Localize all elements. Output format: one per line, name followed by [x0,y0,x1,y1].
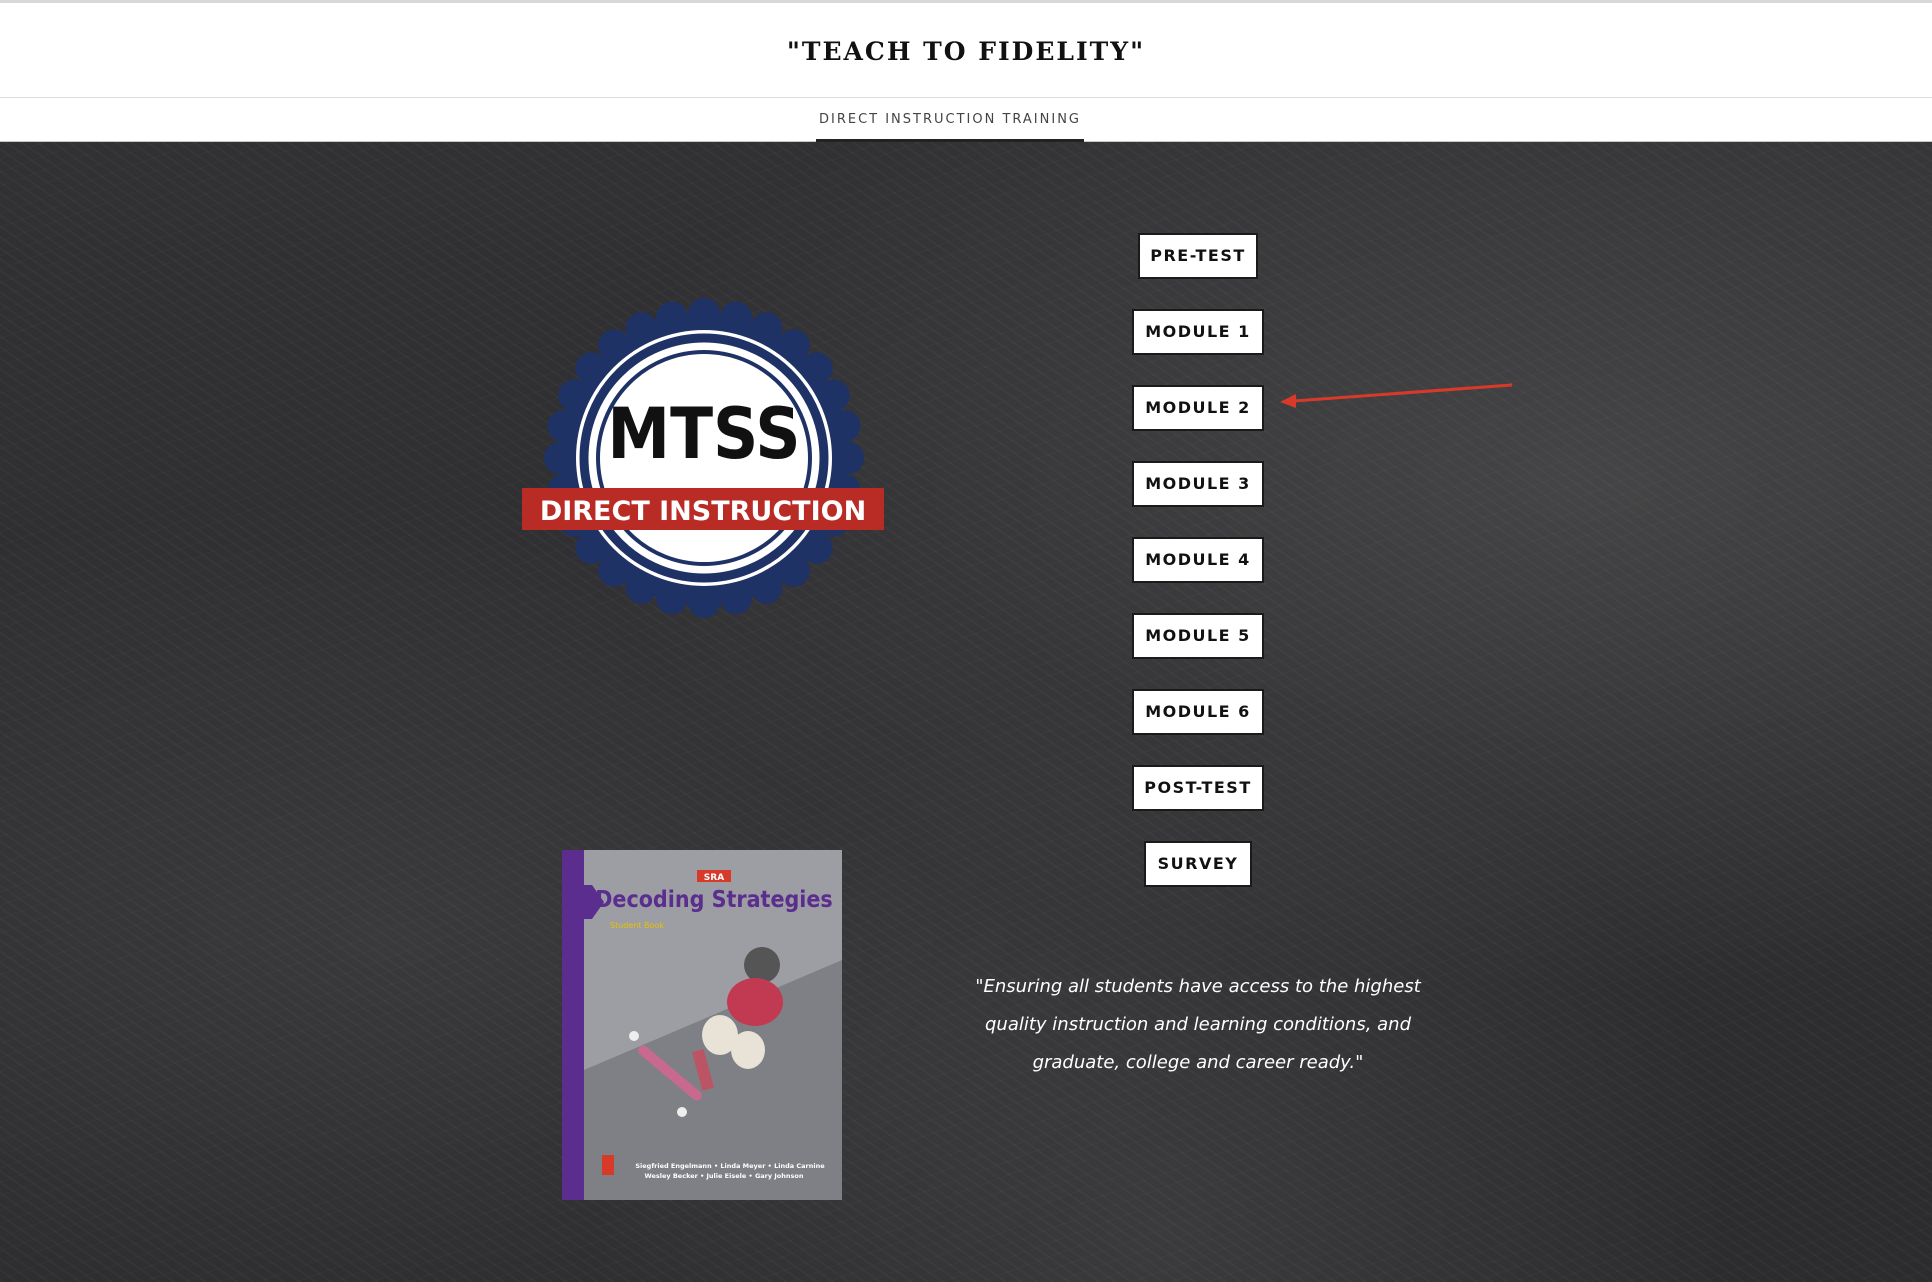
main-content: MTSS DIRECT INSTRUCTION SRA Decoding Str… [0,142,1932,1282]
book-title: Decoding Strategies [595,887,833,913]
module-4-button[interactable]: MODULE 4 [1132,537,1264,583]
survey-button[interactable]: SURVEY [1144,841,1252,887]
book-brand: SRA [704,873,724,883]
book-authors-line2: Wesley Becker • Julie Eisele • Gary John… [645,1172,804,1180]
mtss-badge-logo: MTSS DIRECT INSTRUCTION [522,298,884,618]
badge-title: MTSS [607,393,800,475]
module-2-button[interactable]: MODULE 2 [1132,385,1264,431]
pretest-button[interactable]: PRE-TEST [1138,233,1258,279]
nav-item-direct-instruction-training[interactable]: DIRECT INSTRUCTION TRAINING [816,112,1084,142]
chalkboard-texture [0,142,1932,1282]
book-authors-line1: Siegfried Engelmann • Linda Meyer • Lind… [635,1162,825,1170]
mission-quote: "Ensuring all students have access to th… [975,976,1421,1073]
main-nav: DIRECT INSTRUCTION TRAINING [0,98,1932,142]
module-3-button[interactable]: MODULE 3 [1132,461,1264,507]
module-6-button[interactable]: MODULE 6 [1132,689,1264,735]
badge-banner-text: DIRECT INSTRUCTION [540,496,866,527]
decoding-strategies-book-cover[interactable]: SRA Decoding Strategies Student Book Sie… [562,850,842,1200]
book-subtitle: Student Book [610,921,664,930]
site-header: "TEACH TO FIDELITY" [0,0,1932,98]
posttest-button[interactable]: POST-TEST [1132,765,1264,811]
red-arrow-annotation [1280,383,1513,408]
module-1-button[interactable]: MODULE 1 [1132,309,1264,355]
site-title[interactable]: "TEACH TO FIDELITY" [0,37,1932,66]
module-5-button[interactable]: MODULE 5 [1132,613,1264,659]
